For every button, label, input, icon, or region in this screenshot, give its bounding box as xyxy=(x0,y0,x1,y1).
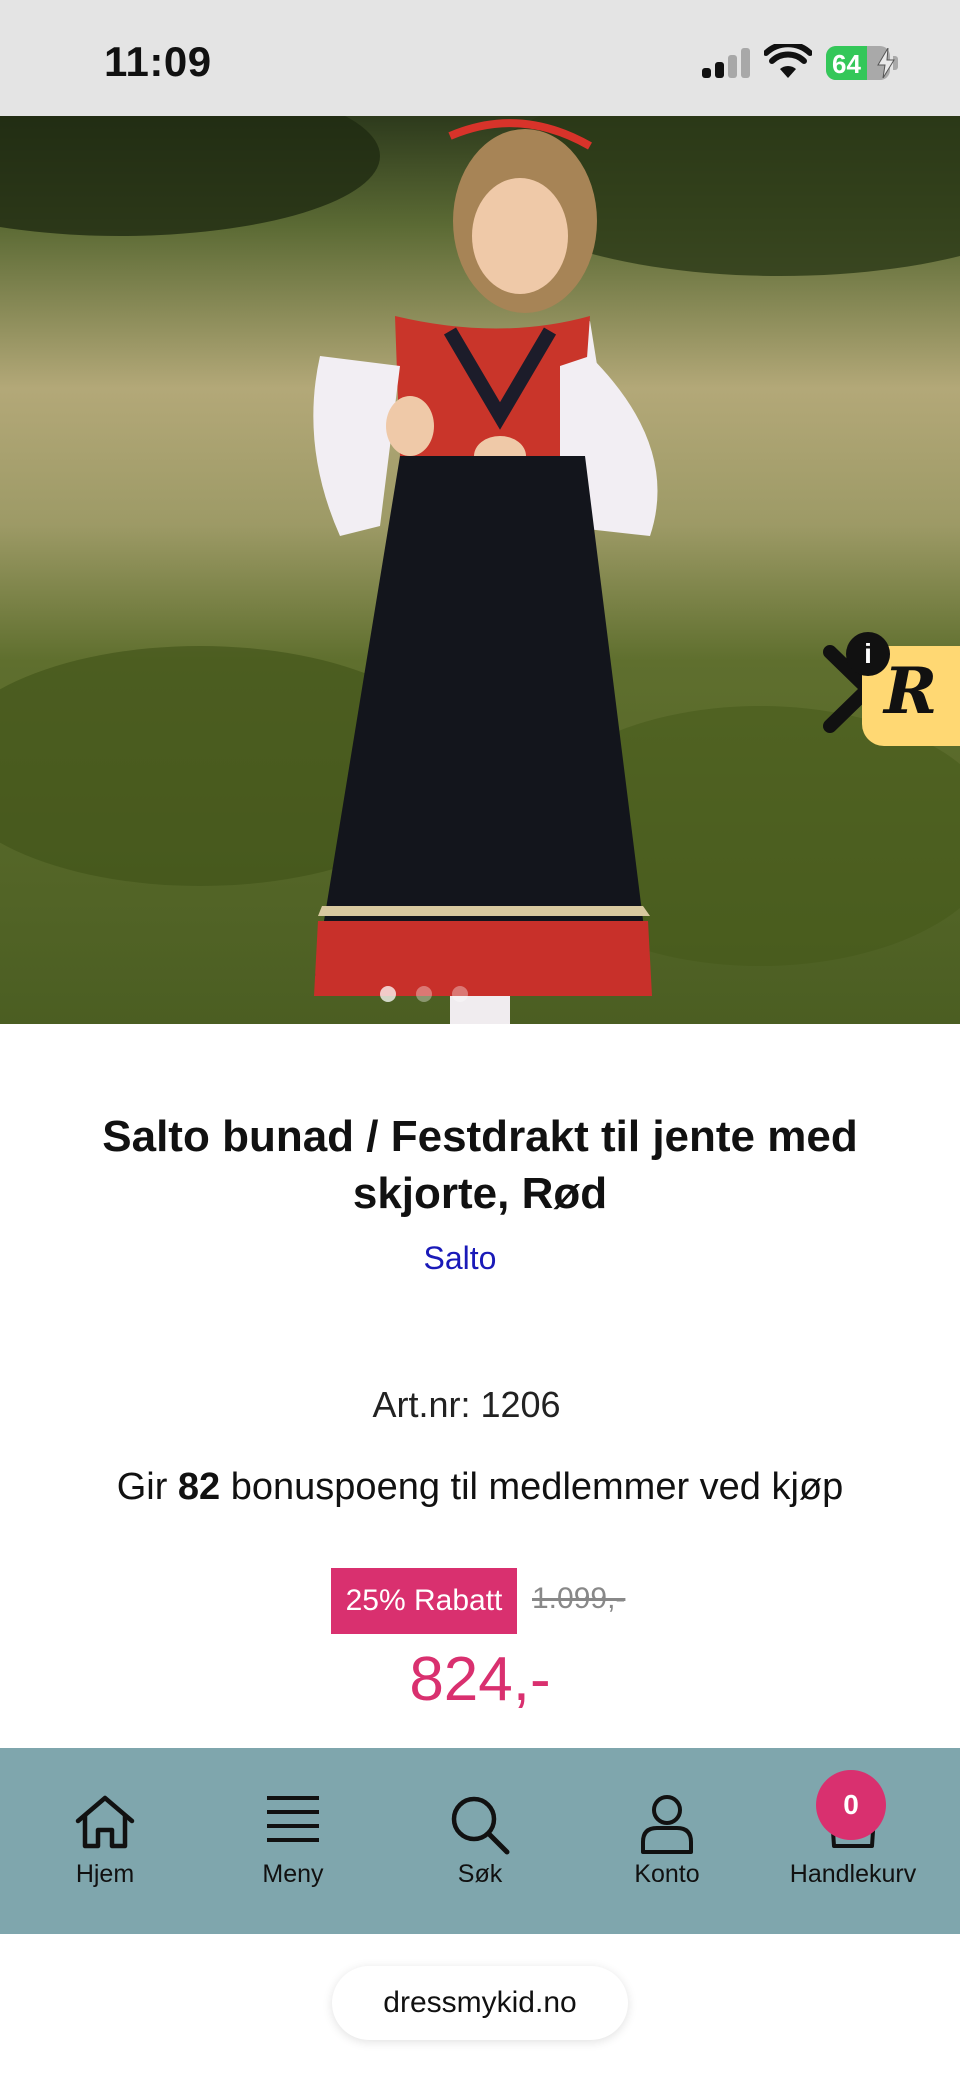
status-bar: 11:09 64 xyxy=(0,0,960,116)
info-icon[interactable]: i xyxy=(846,632,890,676)
nav-label: Handlekurv xyxy=(789,1860,917,1888)
bonus-points-text: Gir 82 bonuspoeng til medlemmer ved kjøp xyxy=(0,1466,960,1509)
review-widget-logo: R xyxy=(884,654,938,729)
bottom-nav: Hjem Meny Søk Konto Handlekurv xyxy=(0,1748,960,1934)
battery-percent: 64 xyxy=(832,49,861,79)
carousel-dot[interactable] xyxy=(380,986,396,1002)
article-number: Art.nr: 1206 xyxy=(372,1384,561,1425)
product-title: Salto bunad / Festdrakt til jente med sk… xyxy=(102,1112,858,1218)
wifi-icon xyxy=(764,44,812,78)
charging-bolt-icon xyxy=(877,48,895,78)
nav-item-account[interactable]: Konto xyxy=(582,1748,752,1934)
menu-icon xyxy=(267,1796,319,1842)
bonus-prefix: Gir xyxy=(116,1466,178,1508)
nav-item-menu[interactable]: Meny xyxy=(208,1748,378,1934)
product-photo xyxy=(0,116,960,1024)
cellular-signal-icon xyxy=(702,48,750,78)
original-price: 1.099,- xyxy=(532,1582,626,1615)
browser-bar: dressmykid.no xyxy=(0,1934,960,2078)
nav-item-search[interactable]: Søk xyxy=(395,1748,565,1934)
bonus-suffix: bonuspoeng til medlemmer ved kjøp xyxy=(220,1466,844,1508)
discount-badge: 25% Rabatt xyxy=(331,1568,517,1634)
url-field[interactable]: dressmykid.no xyxy=(332,1966,628,2040)
nav-label: Meny xyxy=(262,1860,324,1888)
search-icon xyxy=(451,1796,510,1855)
bonus-points: 82 xyxy=(177,1466,221,1508)
sale-price: 824,- xyxy=(409,1645,551,1714)
carousel-dot[interactable] xyxy=(416,986,432,1002)
carousel-dots xyxy=(380,986,468,1002)
user-icon xyxy=(641,1795,693,1854)
brand-link[interactable]: Salto xyxy=(0,1240,920,1277)
nav-label: Søk xyxy=(457,1860,503,1888)
status-time: 11:09 xyxy=(104,38,212,85)
cart-count-badge: 0 xyxy=(816,1770,886,1840)
carousel-dot[interactable] xyxy=(452,986,468,1002)
nav-label: Konto xyxy=(634,1860,700,1888)
home-icon xyxy=(75,1795,135,1849)
nav-label: Hjem xyxy=(75,1860,135,1888)
nav-item-home[interactable]: Hjem xyxy=(20,1748,190,1934)
product-image-carousel[interactable] xyxy=(0,116,960,1024)
